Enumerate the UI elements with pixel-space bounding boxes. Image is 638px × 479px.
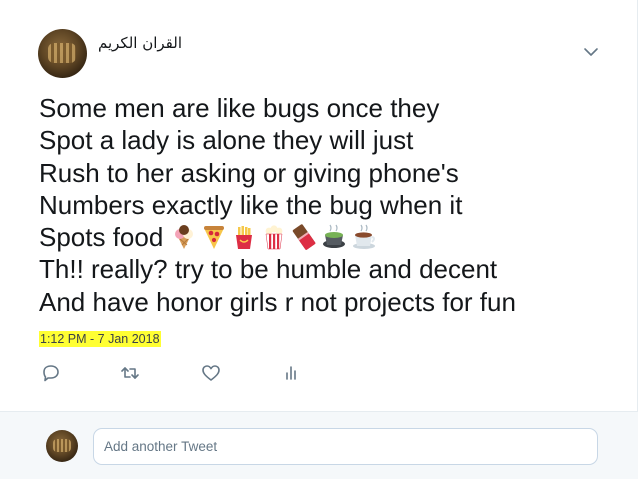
- retweet-icon[interactable]: [119, 362, 141, 384]
- author-name[interactable]: القران الكريم: [98, 34, 182, 52]
- tweet-card: القران الكريم Some men are like bugs onc…: [0, 0, 638, 411]
- tweet-line: Rush to her asking or giving phone's: [39, 157, 459, 188]
- reply-composer: Add another Tweet: [0, 411, 638, 479]
- french-fries-icon: [235, 226, 252, 250]
- reply-icon[interactable]: [40, 362, 62, 384]
- chocolate-bar-icon: [292, 224, 315, 251]
- tweet-actions: [40, 362, 320, 384]
- user-avatar: [46, 430, 78, 462]
- pizza-icon: [203, 226, 224, 250]
- popcorn-icon: [265, 225, 282, 250]
- add-tweet-input[interactable]: Add another Tweet: [93, 428, 598, 465]
- analytics-icon[interactable]: [280, 362, 302, 384]
- author-avatar[interactable]: [38, 29, 87, 78]
- chevron-down-icon[interactable]: [581, 44, 601, 60]
- tweet-timestamp[interactable]: 1:12 PM - 7 Jan 2018: [39, 331, 161, 347]
- green-tea-icon: [322, 224, 345, 249]
- hot-beverage-icon: [352, 224, 375, 250]
- tweet-text: Some men are like bugs once they Spot a …: [39, 92, 629, 318]
- tweet-line: And have honor girls r not projects for …: [39, 286, 516, 317]
- tweet-line: Th!! really? try to be humble and decent: [39, 254, 498, 285]
- tweet-line: Spot a lady is alone they will just: [39, 125, 414, 156]
- tweet-line: Some men are like bugs once they: [39, 93, 440, 123]
- ice-cream-icon: [174, 225, 193, 250]
- tweet-line: Numbers exactly like the bug when it: [39, 189, 463, 220]
- tweet-line: Spots food: [39, 222, 164, 253]
- like-icon[interactable]: [200, 362, 222, 384]
